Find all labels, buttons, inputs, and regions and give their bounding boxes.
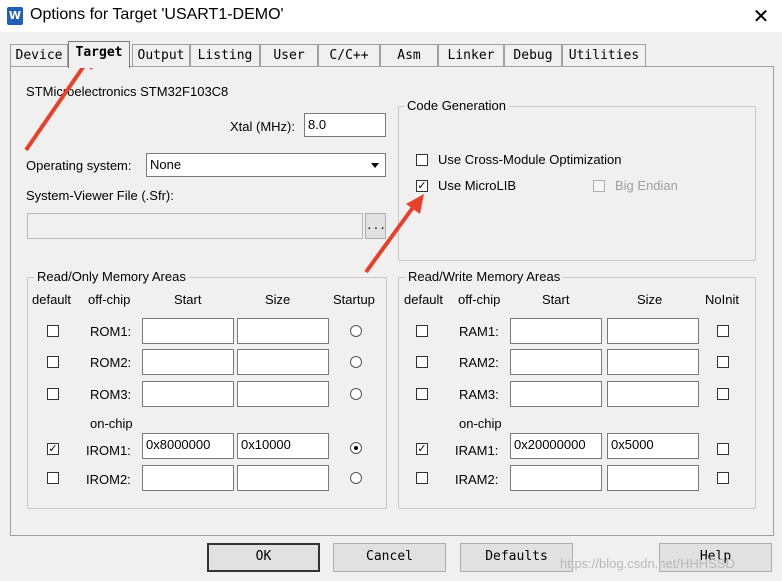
ram1-label: RAM1: xyxy=(459,324,499,339)
tab-utilities[interactable]: Utilities xyxy=(562,44,646,66)
microlib-label: Use MicroLIB xyxy=(438,178,517,193)
xtal-input[interactable]: 8.0 xyxy=(304,113,386,137)
rw-header-offchip: off-chip xyxy=(458,292,501,307)
device-name: STMicroelectronics STM32F103C8 xyxy=(26,84,229,99)
ram2-label: RAM2: xyxy=(459,355,499,370)
ok-button[interactable]: OK xyxy=(207,543,320,572)
tab-user[interactable]: User xyxy=(260,44,318,66)
code-generation-title: Code Generation xyxy=(404,98,510,113)
ram1-size-input[interactable] xyxy=(607,318,699,344)
iram1-default-checkbox[interactable]: ✓ xyxy=(416,443,428,455)
rom1-size-input[interactable] xyxy=(237,318,329,344)
rom2-start-input[interactable] xyxy=(142,349,234,375)
ram2-start-input[interactable] xyxy=(510,349,602,375)
iram1-label: IRAM1: xyxy=(455,443,499,458)
irom1-startup-radio[interactable] xyxy=(350,442,362,454)
iram1-noinit-checkbox[interactable] xyxy=(717,443,729,455)
tab-asm[interactable]: Asm xyxy=(380,44,438,66)
rw-header-start: Start xyxy=(542,292,570,307)
tab-cc[interactable]: C/C++ xyxy=(318,44,380,66)
iram2-label: IRAM2: xyxy=(455,472,499,487)
iram1-start-input[interactable]: 0x20000000 xyxy=(510,433,602,459)
irom2-size-input[interactable] xyxy=(237,465,329,491)
ram1-start-input[interactable] xyxy=(510,318,602,344)
ram1-default-checkbox[interactable] xyxy=(416,325,428,337)
rw-onchip-label: on-chip xyxy=(459,416,502,431)
rom2-default-checkbox[interactable] xyxy=(47,356,59,368)
microlib-checkbox[interactable]: ✓ xyxy=(416,180,428,192)
tab-debug[interactable]: Debug xyxy=(504,44,562,66)
app-icon: W xyxy=(7,7,23,25)
ro-header-default: default xyxy=(32,292,72,307)
irom1-size-input[interactable]: 0x10000 xyxy=(237,433,329,459)
irom2-startup-radio[interactable] xyxy=(350,472,362,484)
rom3-label: ROM3: xyxy=(90,387,132,402)
rom2-size-input[interactable] xyxy=(237,349,329,375)
irom1-default-checkbox[interactable]: ✓ xyxy=(47,443,59,455)
irom2-label: IROM2: xyxy=(86,472,131,487)
rom2-startup-radio[interactable] xyxy=(350,356,362,368)
ro-header-offchip: off-chip xyxy=(88,292,131,307)
os-select[interactable]: None xyxy=(146,153,386,177)
cross-module-label: Use Cross-Module Optimization xyxy=(438,152,622,167)
rom1-start-input[interactable] xyxy=(142,318,234,344)
rw-header-noinit: NoInit xyxy=(705,292,739,307)
iram2-default-checkbox[interactable] xyxy=(416,472,428,484)
iram2-start-input[interactable] xyxy=(510,465,602,491)
ram3-start-input[interactable] xyxy=(510,381,602,407)
rw-header-size: Size xyxy=(637,292,663,307)
ram3-default-checkbox[interactable] xyxy=(416,388,428,400)
big-endian-checkbox[interactable] xyxy=(593,180,605,192)
tab-listing[interactable]: Listing xyxy=(190,44,260,66)
rom3-default-checkbox[interactable] xyxy=(47,388,59,400)
rw-memory-title: Read/Write Memory Areas xyxy=(405,269,564,284)
rw-header-default: default xyxy=(404,292,444,307)
irom2-default-checkbox[interactable] xyxy=(47,472,59,484)
ram2-noinit-checkbox[interactable] xyxy=(717,356,729,368)
watermark-text: https://blog.csdn.net/HHHSSD xyxy=(560,556,735,571)
iram1-size-input[interactable]: 0x5000 xyxy=(607,433,699,459)
irom1-label: IROM1: xyxy=(86,443,131,458)
irom2-start-input[interactable] xyxy=(142,465,234,491)
cancel-button[interactable]: Cancel xyxy=(333,543,446,572)
ro-onchip-label: on-chip xyxy=(90,416,133,431)
irom1-start-input[interactable]: 0x8000000 xyxy=(142,433,234,459)
ro-header-size: Size xyxy=(265,292,291,307)
tab-device[interactable]: Device xyxy=(10,44,68,66)
ram2-size-input[interactable] xyxy=(607,349,699,375)
big-endian-label: Big Endian xyxy=(615,178,678,193)
close-icon[interactable]: ✕ xyxy=(748,4,774,28)
ro-memory-title: Read/Only Memory Areas xyxy=(34,269,189,284)
rom3-startup-radio[interactable] xyxy=(350,388,362,400)
rom3-size-input[interactable] xyxy=(237,381,329,407)
rom1-default-checkbox[interactable] xyxy=(47,325,59,337)
xtal-label: Xtal (MHz): xyxy=(230,119,295,134)
ro-header-startup: Startup xyxy=(333,292,375,307)
ram1-noinit-checkbox[interactable] xyxy=(717,325,729,337)
os-select-value: None xyxy=(150,157,182,172)
iram2-size-input[interactable] xyxy=(607,465,699,491)
defaults-button[interactable]: Defaults xyxy=(460,543,573,572)
rom1-label: ROM1: xyxy=(90,324,132,339)
iram2-noinit-checkbox[interactable] xyxy=(717,472,729,484)
tab-linker[interactable]: Linker xyxy=(438,44,504,66)
svf-browse-button[interactable]: ... xyxy=(365,213,386,239)
ram3-label: RAM3: xyxy=(459,387,499,402)
os-label: Operating system: xyxy=(26,158,132,173)
cross-module-checkbox[interactable] xyxy=(416,154,428,166)
ro-header-start: Start xyxy=(174,292,202,307)
svf-input[interactable] xyxy=(27,213,363,239)
chevron-down-icon[interactable] xyxy=(366,155,384,175)
ram3-noinit-checkbox[interactable] xyxy=(717,388,729,400)
rom1-startup-radio[interactable] xyxy=(350,325,362,337)
tab-output[interactable]: Output xyxy=(132,44,190,66)
ram2-default-checkbox[interactable] xyxy=(416,356,428,368)
svf-label: System-Viewer File (.Sfr): xyxy=(26,188,174,203)
rom2-label: ROM2: xyxy=(90,355,132,370)
ram3-size-input[interactable] xyxy=(607,381,699,407)
tab-target[interactable]: Target xyxy=(68,41,130,68)
window-title: Options for Target 'USART1-DEMO' xyxy=(30,6,284,23)
rom3-start-input[interactable] xyxy=(142,381,234,407)
